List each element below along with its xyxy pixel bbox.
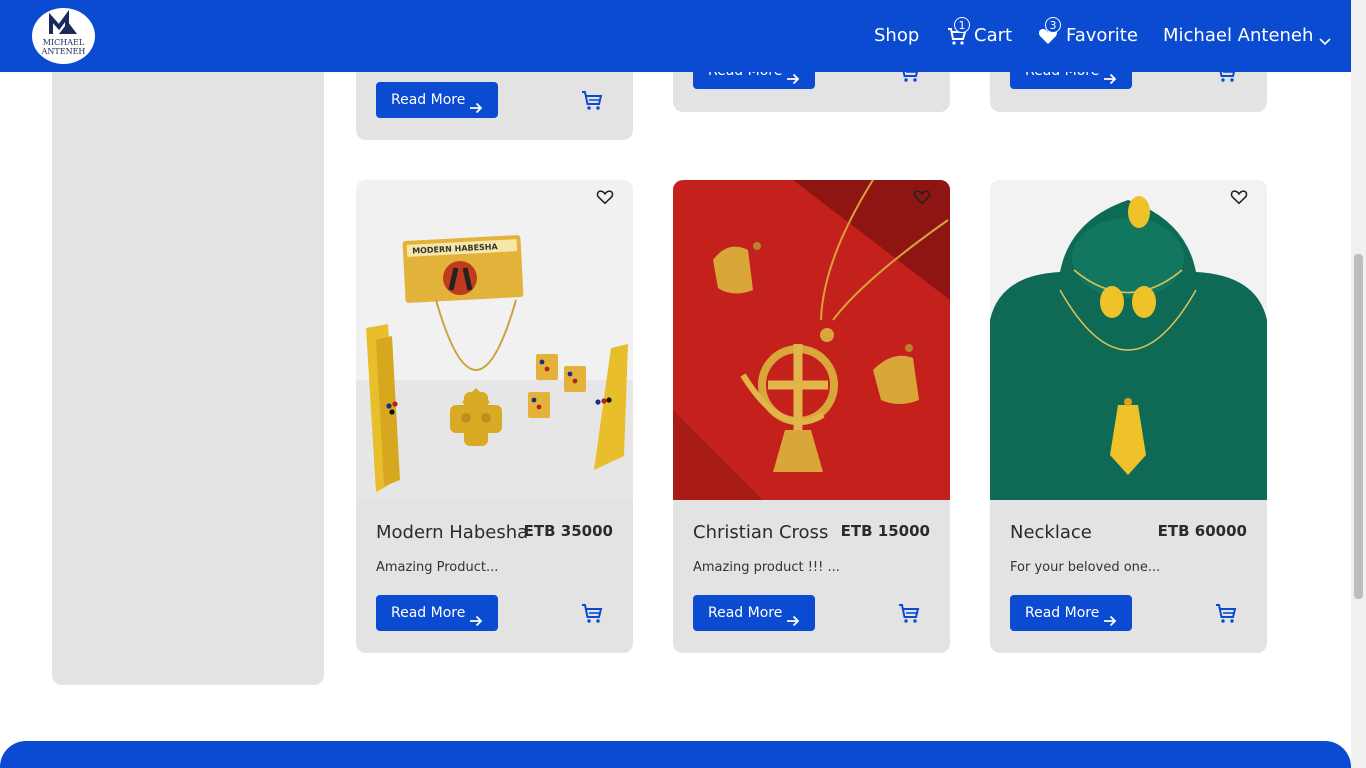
product-title: Necklace [1010,522,1092,543]
heart-outline-icon [596,190,614,205]
nav-favorite-link[interactable]: 3 Favorite [1038,17,1138,48]
arrow-right-icon [469,93,483,129]
product-image[interactable] [990,180,1267,500]
read-more-button[interactable]: Read More [376,595,498,631]
cart-icon [582,604,603,623]
add-to-favorite-button[interactable] [913,188,931,206]
arrow-right-icon [1103,606,1117,642]
cart-icon [1216,604,1237,623]
heart-icon: 3 [1038,17,1061,46]
top-navbar: MICHAEL ANTENEH Shop 1 Cart 3 Favorite M… [0,0,1351,72]
read-more-button[interactable]: Read More [376,82,498,118]
scrollbar-thumb[interactable] [1354,254,1363,599]
page-scrollbar[interactable] [1351,0,1366,768]
product-image[interactable] [673,180,950,500]
cart-icon [582,91,603,110]
filter-sidebar [52,40,324,685]
cart-icon [899,604,920,623]
product-title: Christian Cross [693,522,829,543]
product-title: Modern Habesha [376,522,529,543]
page-footer [0,741,1351,768]
product-description: For your beloved one... [1010,560,1161,575]
add-to-cart-button[interactable] [1214,601,1238,625]
add-to-cart-button[interactable] [897,601,921,625]
nav-cart-link[interactable]: 1 Cart [947,17,1013,48]
add-to-cart-button[interactable] [580,88,604,112]
product-image[interactable]: MODERN HABESHA [356,180,633,500]
product-price: ETB 60000 [1157,522,1247,540]
arrow-right-icon [786,606,800,642]
product-price: ETB 35000 [523,522,613,540]
add-to-cart-button[interactable] [580,601,604,625]
cart-count-badge: 1 [954,17,970,33]
heart-outline-icon [1230,190,1248,205]
svg-text:MICHAEL: MICHAEL [43,38,85,47]
add-to-favorite-button[interactable] [1230,188,1248,206]
chevron-down-icon [1319,30,1331,46]
user-menu-dropdown[interactable]: Michael Anteneh [1163,24,1331,48]
brand-logo[interactable]: MICHAEL ANTENEH [32,8,95,64]
product-card: Christian Cross ETB 15000 Amazing produc… [673,180,950,653]
read-more-button[interactable]: Read More [1010,595,1132,631]
arrow-right-icon [469,606,483,642]
read-more-button[interactable]: Read More [693,595,815,631]
heart-outline-icon [913,190,931,205]
nav-cart-label: Cart [974,25,1013,46]
nav-favorite-label: Favorite [1066,25,1138,46]
add-to-favorite-button[interactable] [596,188,614,206]
product-price: ETB 15000 [840,522,930,540]
nav-shop-link[interactable]: Shop [874,24,919,48]
svg-text:ANTENEH: ANTENEH [41,47,86,56]
product-card: Necklace ETB 60000 For your beloved one.… [990,180,1267,653]
user-name-label: Michael Anteneh [1163,25,1314,46]
favorite-count-badge: 3 [1045,17,1061,33]
product-description: Amazing Product... [376,560,499,575]
nav-shop-label: Shop [874,25,920,46]
product-card: MODERN HABESHA Modern Habesha ETB 35000 … [356,180,633,653]
product-description: Amazing product !!! ... [693,560,840,575]
cart-icon: 1 [947,17,970,46]
